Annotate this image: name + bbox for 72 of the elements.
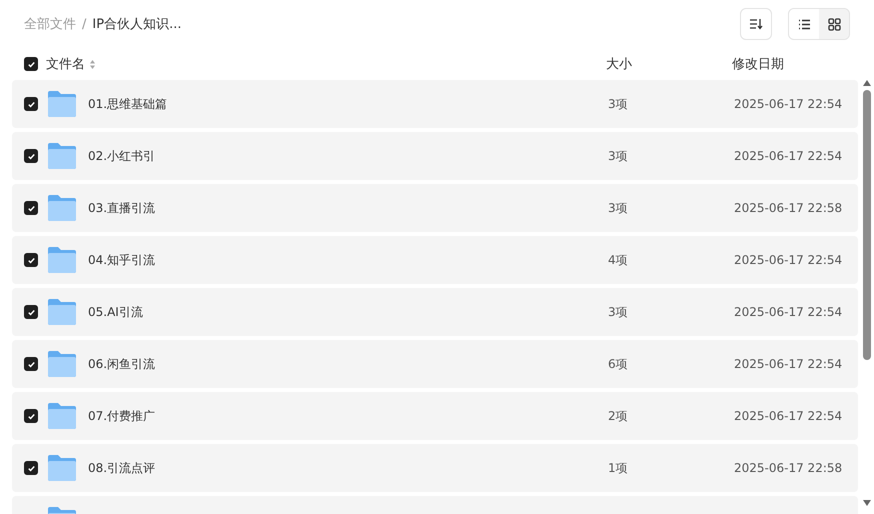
- item-count: 3项: [608, 96, 629, 112]
- checkmark-icon: [26, 464, 36, 472]
- folder-name: 03.直播引流: [88, 200, 156, 216]
- checkmark-icon: [26, 360, 36, 368]
- column-header[interactable]: 修改日期: [732, 55, 784, 73]
- modified-date: 2025-06-17 22:54: [734, 149, 844, 163]
- folder-name: 01.思维基础篇: [88, 96, 168, 112]
- item-count: 3项: [608, 200, 629, 216]
- folder-icon: [47, 350, 77, 378]
- checkbox[interactable]: [24, 57, 38, 71]
- checkbox[interactable]: [24, 97, 38, 111]
- item-count: 4项: [608, 252, 629, 268]
- folder-name: 04.知乎引流: [88, 252, 156, 268]
- checkbox[interactable]: [24, 149, 38, 163]
- folder-row[interactable]: 07.付费推广 2项 2025-06-17 22:54: [12, 392, 858, 440]
- modified-date: 2025-06-17 22:54: [734, 253, 844, 267]
- modified-date: 2025-06-17 22:54: [734, 97, 844, 111]
- sort-icon: [89, 58, 96, 70]
- checkmark-icon: [26, 204, 36, 212]
- checkmark-icon: [26, 308, 36, 316]
- folder-icon: [47, 454, 77, 482]
- checkbox[interactable]: [24, 461, 38, 475]
- item-count: 6项: [608, 356, 629, 372]
- modified-date: 2025-06-17 22:54: [734, 357, 844, 371]
- checkmark-icon: [26, 152, 36, 160]
- modified-date: 2025-06-17 22:58: [734, 461, 844, 475]
- folder-row[interactable]: 06.闲鱼引流 6项 2025-06-17 22:54: [12, 340, 858, 388]
- folder-row[interactable]: 08.引流点评 1项 2025-06-17 22:58: [12, 444, 858, 492]
- item-count: 1项: [608, 460, 629, 476]
- checkbox[interactable]: [24, 357, 38, 371]
- sort-icon: [749, 18, 763, 30]
- folder-icon: [47, 142, 77, 170]
- current-folder: IP合伙人知识...: [92, 16, 182, 33]
- checkmark-icon: [26, 60, 36, 68]
- modified-date: 2025-06-17 22:54: [734, 409, 844, 423]
- folder-name: 06.闲鱼引流: [88, 356, 156, 372]
- folder-row[interactable]: 02.小红书引 3项 2025-06-17 22:54: [12, 132, 858, 180]
- item-count: 3项: [608, 148, 629, 164]
- folder-icon: [47, 298, 77, 326]
- folder-row[interactable]: 03.直播引流 3项 2025-06-17 22:58: [12, 184, 858, 232]
- modified-date: 2025-06-17 22:54: [734, 305, 844, 319]
- item-count: 3项: [608, 304, 629, 320]
- checkmark-icon: [26, 412, 36, 420]
- list-icon: [798, 18, 810, 30]
- scrollbar-thumb[interactable]: [863, 90, 871, 360]
- folder-icon: [47, 246, 77, 274]
- item-count: 2项: [608, 408, 629, 424]
- column-header[interactable]: 大小: [606, 55, 732, 73]
- modified-date: 2025-06-17 22:58: [734, 201, 844, 215]
- sort-button[interactable]: [740, 8, 772, 40]
- folder-name: 08.引流点评: [88, 460, 156, 476]
- list-view-button[interactable]: [789, 9, 819, 39]
- checkmark-icon: [26, 256, 36, 264]
- checkbox[interactable]: [24, 305, 38, 319]
- folder-icon: [47, 402, 77, 430]
- grid-icon: [828, 18, 840, 30]
- folder-row[interactable]: 04.知乎引流 4项 2025-06-17 22:54: [12, 236, 858, 284]
- folder-icon: [47, 194, 77, 222]
- folder-row[interactable]: 05.AI引流 3项 2025-06-17 22:54: [12, 288, 858, 336]
- column-header[interactable]: 文件名: [46, 55, 85, 73]
- separator: /: [82, 16, 86, 32]
- folder-name: 05.AI引流: [88, 304, 144, 320]
- scroll-down-icon[interactable]: [863, 500, 871, 506]
- checkbox[interactable]: [24, 201, 38, 215]
- checkbox[interactable]: [24, 409, 38, 423]
- folder-name: 02.小红书引: [88, 148, 156, 164]
- folder-row[interactable]: 01.思维基础篇 3项 2025-06-17 22:54: [12, 80, 858, 128]
- checkbox[interactable]: [24, 253, 38, 267]
- folder-name: 07.付费推广: [88, 408, 156, 424]
- folder-icon: [47, 90, 77, 118]
- scroll-up-icon[interactable]: [863, 80, 871, 86]
- checkmark-icon: [26, 100, 36, 108]
